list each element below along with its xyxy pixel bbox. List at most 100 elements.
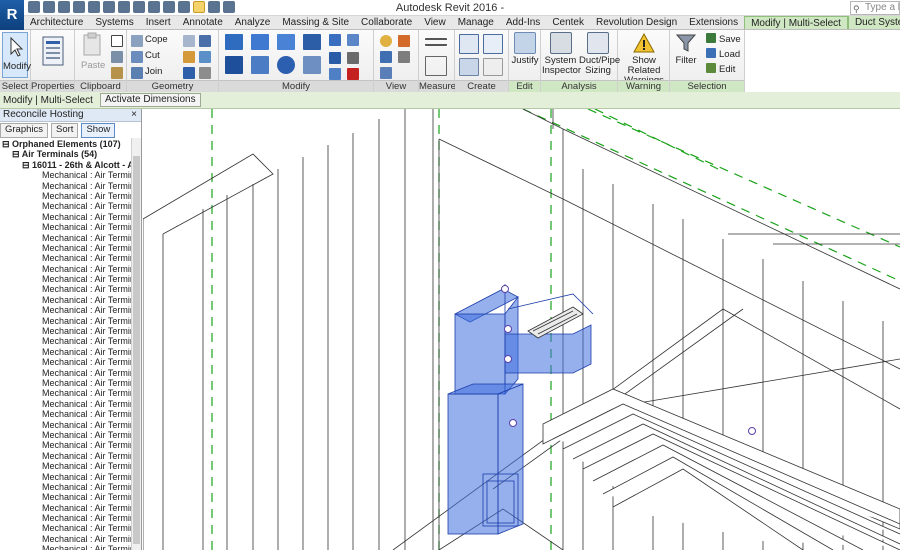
modify-button[interactable]: Modify [2,32,31,78]
tree-item[interactable]: Mechanical : Air Terminal [0,274,141,284]
tab-insert[interactable]: Insert [140,16,177,29]
tree-item[interactable]: Mechanical : Air Terminal [0,420,141,430]
save-selection-button[interactable]: Save [706,33,741,46]
wall-joins-icon[interactable] [183,67,195,79]
trim-extend-icon[interactable] [303,56,321,74]
system-inspector-button[interactable]: System Inspector [542,32,581,76]
tab-view[interactable]: View [418,16,452,29]
tree-item[interactable]: Mechanical : Air Terminal [0,316,141,326]
temporary-hide-icon[interactable] [380,67,392,79]
demolish-icon[interactable] [199,67,211,79]
mirror-draw-axis-icon[interactable] [303,34,321,50]
align-icon[interactable] [225,34,243,50]
view-tool-icon[interactable] [398,51,410,63]
tab-centek[interactable]: Centek [546,16,590,29]
tree-item[interactable]: Mechanical : Air Terminal [0,201,141,211]
tree-item[interactable]: Mechanical : Air Terminal [0,544,141,550]
tree-item[interactable]: Mechanical : Air Terminal [0,243,141,253]
split-element-icon[interactable] [329,34,341,46]
tab-annotate[interactable]: Annotate [177,16,229,29]
tree-item[interactable]: Mechanical : Air Terminal [0,326,141,336]
search-input[interactable]: ⚲ Type a keyword [850,1,900,15]
split-gap-icon[interactable] [347,34,359,46]
filter-button[interactable]: Filter [672,32,700,66]
tab-revolution-design[interactable]: Revolution Design [590,16,683,29]
match-properties-icon[interactable] [111,67,123,79]
mirror-pick-axis-icon[interactable] [277,34,295,50]
tree-item[interactable]: Mechanical : Air Terminal [0,284,141,294]
tab-add-ins[interactable]: Add-Ins [500,16,546,29]
rotate-icon[interactable] [277,56,295,74]
tree-item[interactable]: Mechanical : Air Terminal [0,534,141,544]
offset-icon[interactable] [251,34,269,50]
tree-item[interactable]: Mechanical : Air Terminal [0,253,141,263]
tree-host[interactable]: ⊟ 16011 - 26th & Alcott - A [0,160,141,170]
edit-selection-button[interactable]: Edit [706,63,735,76]
tab-massing-site[interactable]: Massing & Site [276,16,355,29]
paint-icon[interactable] [183,51,195,63]
load-selection-button[interactable]: Load [706,48,740,61]
tree-item[interactable]: Mechanical : Air Terminal [0,451,141,461]
show-related-warnings-button[interactable]: Show Related Warnings [618,32,670,86]
tree-item[interactable]: Mechanical : Air Terminal [0,523,141,533]
tree-item[interactable]: Mechanical : Air Terminal [0,264,141,274]
tree-item[interactable]: Mechanical : Air Terminal [0,212,141,222]
tree-item[interactable]: Mechanical : Air Terminal [0,482,141,492]
tree-item[interactable]: Mechanical : Air Terminal [0,378,141,388]
tree-item[interactable]: Mechanical : Air Terminal [0,336,141,346]
tab-extensions[interactable]: Extensions [683,16,744,29]
3d-view-canvas[interactable] [143,109,900,550]
tree-item[interactable]: Mechanical : Air Terminal [0,388,141,398]
tree-item[interactable]: Mechanical : Air Terminal [0,430,141,440]
measure-distance-icon[interactable] [425,38,447,46]
tab-analyze[interactable]: Analyze [229,16,277,29]
tree-item[interactable]: Mechanical : Air Terminal [0,461,141,471]
tab-architecture[interactable]: Architecture [24,16,89,29]
copy-icon[interactable] [251,56,269,74]
tree-group[interactable]: ⊟ Air Terminals (54) [0,149,141,159]
tree-item[interactable]: Mechanical : Air Terminal [0,170,141,180]
copy-clipboard-icon[interactable] [111,51,123,63]
cope-button[interactable]: Cope [145,34,168,46]
tree-item[interactable]: Mechanical : Air Terminal [0,472,141,482]
tree-root[interactable]: ⊟ Orphaned Elements (107) [0,139,141,149]
tab-systems[interactable]: Systems [89,16,139,29]
tree-item[interactable]: Mechanical : Air Terminal [0,347,141,357]
create-group-icon[interactable] [459,58,479,76]
tree-item[interactable]: Mechanical : Air Terminal [0,503,141,513]
cut-clipboard-icon[interactable] [111,35,123,47]
properties-button[interactable] [41,36,65,69]
tree-item[interactable]: Mechanical : Air Terminal [0,440,141,450]
pin-icon[interactable] [329,68,341,80]
tree-item[interactable]: Mechanical : Air Terminal [0,295,141,305]
linework-icon[interactable] [380,51,392,63]
tree-item[interactable]: Mechanical : Air Terminal [0,181,141,191]
tab-collaborate[interactable]: Collaborate [355,16,418,29]
tab-duct-systems[interactable]: Duct Systems [847,16,900,29]
graphics-button[interactable]: Graphics [0,123,49,138]
delete-icon[interactable] [347,68,359,80]
split-face-icon[interactable] [199,51,211,63]
hide-in-view-icon[interactable] [380,35,392,47]
tree-item[interactable]: Mechanical : Air Terminal [0,357,141,367]
create-parts-icon[interactable] [483,34,503,54]
activate-dimensions-button[interactable]: Activate Dimensions [100,93,201,107]
tree-item[interactable]: Mechanical : Air Terminal [0,191,141,201]
paste-button[interactable]: Paste [81,32,105,71]
cut-button[interactable]: Cut [145,50,160,62]
tree-item[interactable]: Mechanical : Air Terminal [0,513,141,523]
select-dropdown[interactable]: Select ▾ [0,80,30,104]
tree-item[interactable]: Mechanical : Air Terminal [0,222,141,232]
tree-item[interactable]: Mechanical : Air Terminal [0,399,141,409]
close-icon[interactable]: × [131,109,137,121]
tree-item[interactable]: Mechanical : Air Terminal [0,233,141,243]
panel-scrollbar[interactable] [131,138,141,550]
justify-button[interactable]: Justify [511,32,539,66]
scale-icon[interactable] [347,52,359,64]
create-assembly-icon[interactable] [459,34,479,54]
aligned-dimension-icon[interactable] [425,56,447,76]
array-icon[interactable] [329,52,341,64]
revit-logo-button[interactable]: R [0,0,24,30]
tree-item[interactable]: Mechanical : Air Terminal [0,305,141,315]
move-icon[interactable] [225,56,243,74]
